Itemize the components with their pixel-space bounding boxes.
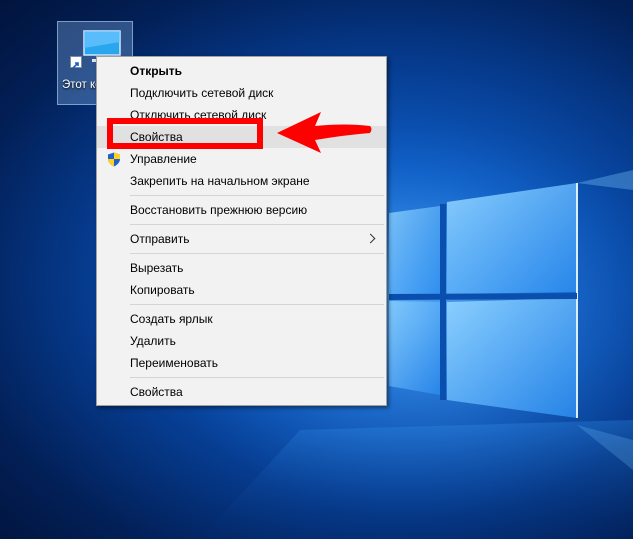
menu-item-cut[interactable]: Вырезать xyxy=(97,257,386,279)
menu-separator xyxy=(130,253,384,254)
menu-item-open[interactable]: Открыть xyxy=(97,60,386,82)
menu-item-rename[interactable]: Переименовать xyxy=(97,352,386,374)
menu-item-copy[interactable]: Копировать xyxy=(97,279,386,301)
shield-icon xyxy=(108,152,120,167)
menu-item-send-to[interactable]: Отправить xyxy=(97,228,386,250)
shortcut-arrow-icon xyxy=(70,56,82,69)
chevron-right-icon xyxy=(365,233,376,244)
menu-separator xyxy=(130,224,384,225)
menu-item-delete[interactable]: Удалить xyxy=(97,330,386,352)
menu-separator xyxy=(130,304,384,305)
menu-separator xyxy=(130,377,384,378)
menu-item-send-to-label: Отправить xyxy=(130,232,190,246)
menu-item-map-network-drive[interactable]: Подключить сетевой диск xyxy=(97,82,386,104)
menu-item-create-shortcut[interactable]: Создать ярлык xyxy=(97,308,386,330)
menu-item-manage-label: Управление xyxy=(130,152,197,166)
left-arrow-icon xyxy=(277,112,372,153)
annotation-highlight-box xyxy=(107,118,263,149)
menu-item-restore-previous-versions[interactable]: Восстановить прежнюю версию xyxy=(97,199,386,221)
menu-separator xyxy=(130,195,384,196)
menu-item-properties-bottom[interactable]: Свойства xyxy=(97,381,386,403)
menu-item-pin-to-start[interactable]: Закрепить на начальном экране xyxy=(97,170,386,192)
